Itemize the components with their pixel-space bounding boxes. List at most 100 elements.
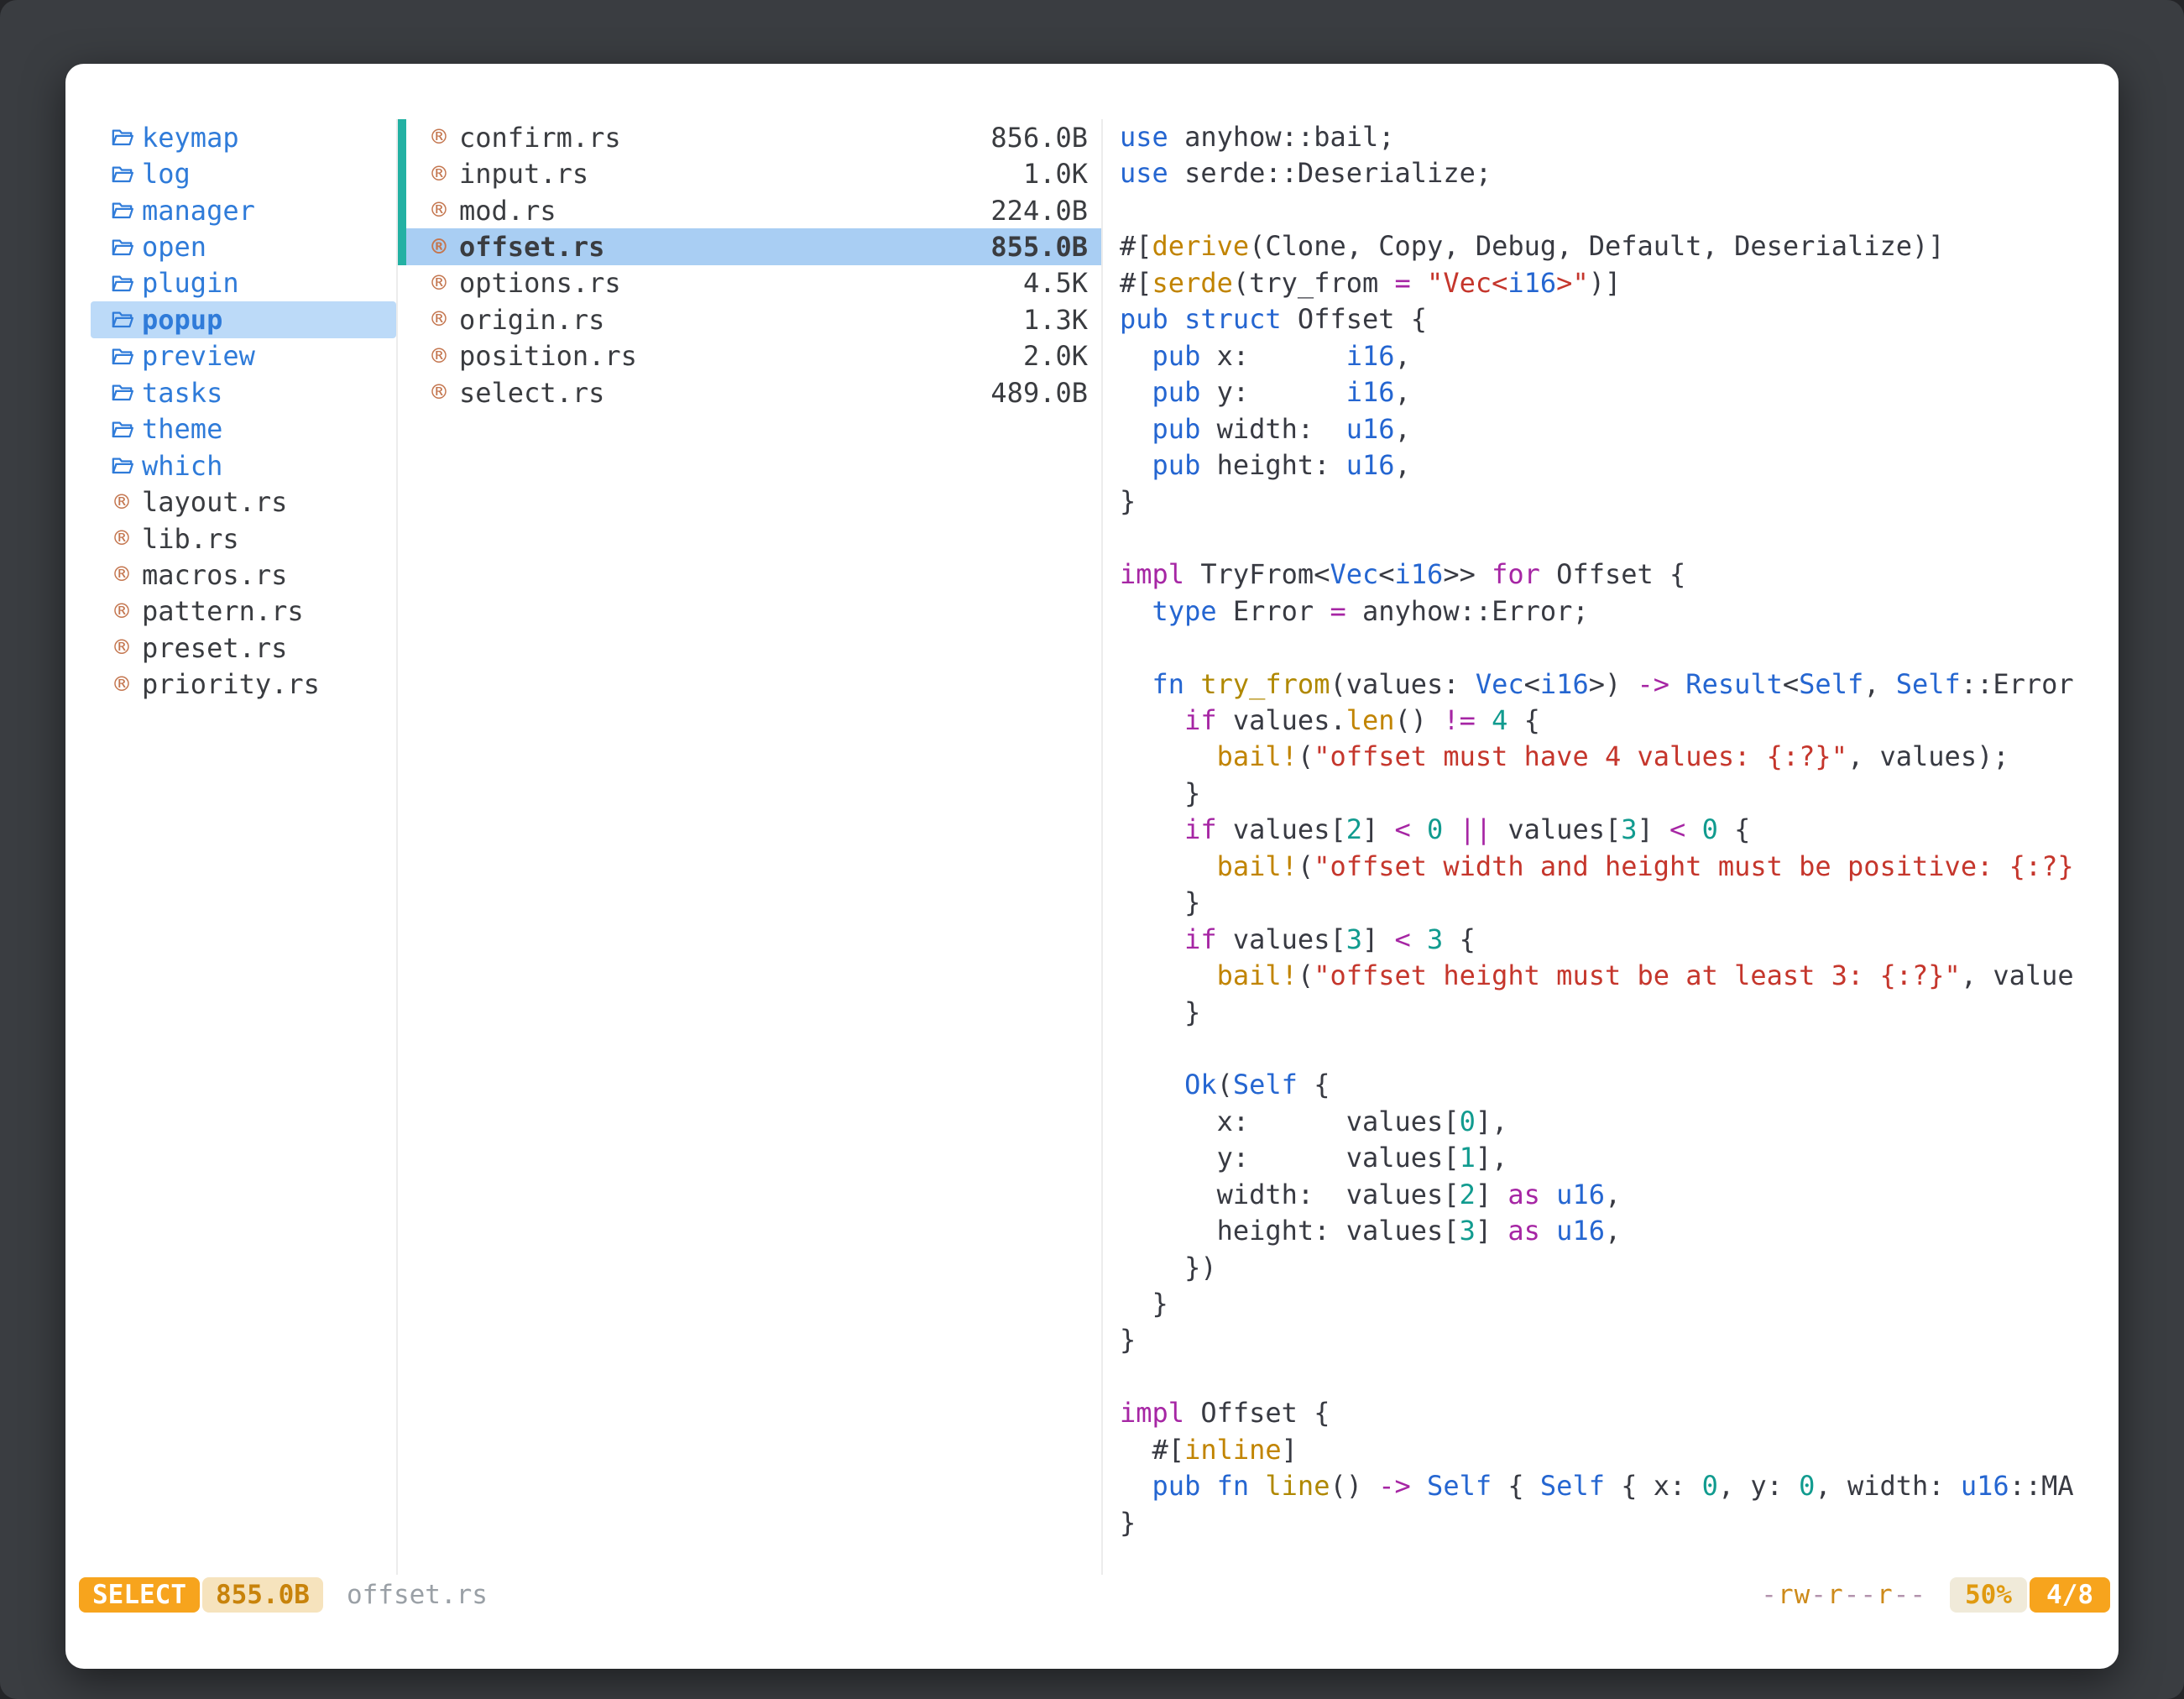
item-label: layout.rs (142, 486, 287, 518)
folder-icon (109, 308, 134, 331)
file-item-origin.rs[interactable]: ® origin.rs 1.3K (398, 301, 1101, 337)
item-label: tasks (142, 377, 222, 409)
file-preview-pane: use anyhow::bail;use serde::Deserialize;… (1103, 119, 2102, 1575)
dir-item-log[interactable]: log (91, 155, 396, 191)
code-line: if values[2] < 0 || values[3] < 0 { (1120, 812, 2102, 848)
dir-item-open[interactable]: open (91, 228, 396, 264)
item-label: open (142, 231, 206, 263)
code-line: if values.len() != 4 { (1120, 703, 2102, 739)
folder-icon (109, 454, 134, 477)
status-bar: SELECT 855.0B offset.rs -rw-r--r-- 50% 4… (79, 1575, 2110, 1615)
rust-file-icon: ® (426, 344, 452, 369)
dir-item-theme[interactable]: theme (91, 411, 396, 447)
item-label: priority.rs (142, 668, 320, 700)
folder-icon (109, 163, 134, 186)
file-size: 855.0B (990, 231, 1088, 263)
rust-file-icon: ® (109, 635, 134, 660)
selection-mark (398, 155, 406, 191)
desktop-background: keymaplog manager openpluginpopuppreview ta… (0, 0, 2184, 1699)
code-line: use serde::Deserialize; (1120, 155, 2102, 191)
rust-file-icon: ® (109, 672, 134, 697)
rust-file-icon: ® (109, 490, 134, 515)
file-item-input.rs[interactable]: ®input.rs1.0K (398, 155, 1101, 191)
item-label: select.rs (459, 377, 604, 409)
code-line: } (1120, 995, 2102, 1031)
status-filename: offset.rs (347, 1580, 488, 1610)
file-item-macros.rs[interactable]: ® macros.rs (91, 557, 396, 593)
folder-icon (109, 126, 134, 149)
dir-item-manager[interactable]: manager (91, 192, 396, 228)
code-line: impl TryFrom<Vec<i16>> for Offset { (1120, 557, 2102, 593)
rust-file-icon: ® (109, 526, 134, 551)
folder-icon (109, 418, 134, 441)
file-item-confirm.rs[interactable]: ®confirm.rs856.0B (398, 119, 1101, 155)
item-label: input.rs (459, 158, 588, 190)
rust-file-icon: ® (426, 271, 452, 295)
dir-item-which[interactable]: which (91, 447, 396, 484)
current-directory-pane: ®confirm.rs856.0B®input.rs1.0K®mod.rs224… (396, 119, 1103, 1575)
file-item-lib.rs[interactable]: ® lib.rs (91, 520, 396, 557)
rust-file-icon: ® (109, 599, 134, 624)
file-size: 856.0B (990, 122, 1088, 154)
scroll-percent-badge: 50% (1950, 1577, 2027, 1613)
code-line: fn try_from(values: Vec<i16>) -> Result<… (1120, 667, 2102, 703)
status-bar-left: SELECT 855.0B offset.rs (79, 1577, 488, 1613)
file-item-layout.rs[interactable]: ® layout.rs (91, 484, 396, 520)
code-line (1120, 192, 2102, 228)
file-item-options.rs[interactable]: ®options.rs4.5K (398, 265, 1101, 301)
file-size: 224.0B (990, 195, 1088, 227)
file-size: 2.0K (1023, 340, 1088, 372)
code-line: pub width: u16, (1120, 411, 2102, 447)
selection-mark (398, 228, 406, 264)
file-size: 489.0B (990, 377, 1088, 409)
cursor-position-badge: 4/8 (2030, 1577, 2110, 1613)
code-line: } (1120, 1505, 2102, 1541)
item-label: preset.rs (142, 632, 287, 664)
file-item-mod.rs[interactable]: ® mod.rs 224.0B (398, 192, 1101, 228)
code-line (1120, 1031, 2102, 1067)
item-label: confirm.rs (459, 122, 621, 154)
code-line: } (1120, 776, 2102, 812)
item-label: macros.rs (142, 559, 287, 591)
file-size-badge: 855.0B (202, 1577, 323, 1613)
code-line: height: values[3] as u16, (1120, 1213, 2102, 1249)
dir-item-preview[interactable]: preview (91, 338, 396, 374)
file-size: 4.5K (1023, 267, 1088, 299)
item-label: manager (142, 195, 255, 227)
folder-icon (109, 345, 134, 368)
file-size: 1.3K (1023, 304, 1088, 336)
item-label: lib.rs (142, 523, 239, 555)
parent-directory-pane: keymaplog manager openpluginpopuppreview ta… (82, 119, 396, 1575)
code-line (1120, 630, 2102, 666)
dir-item-plugin[interactable]: plugin (91, 265, 396, 301)
code-line: if values[3] < 3 { (1120, 922, 2102, 958)
file-item-select.rs[interactable]: ®select.rs489.0B (398, 374, 1101, 410)
code-line: bail!("offset must have 4 values: {:?}",… (1120, 739, 2102, 775)
dir-item-keymap[interactable]: keymap (91, 119, 396, 155)
folder-icon (109, 236, 134, 259)
dir-item-popup[interactable]: popup (91, 301, 396, 337)
file-item-pattern.rs[interactable]: ®pattern.rs (91, 593, 396, 630)
code-line: Ok(Self { (1120, 1067, 2102, 1103)
file-item-offset.rs[interactable]: ®offset.rs855.0B (398, 228, 1101, 264)
code-line (1120, 1359, 2102, 1395)
rust-file-icon: ® (426, 198, 452, 222)
code-line: } (1120, 1322, 2102, 1358)
item-label: origin.rs (459, 304, 604, 336)
file-item-priority.rs[interactable]: ® priority.rs (91, 667, 396, 703)
rust-file-icon: ® (426, 307, 452, 332)
item-label: which (142, 450, 222, 482)
rust-file-icon: ® (426, 162, 452, 186)
file-item-position.rs[interactable]: ® position.rs 2.0K (398, 338, 1101, 374)
item-label: position.rs (459, 340, 637, 372)
selection-mark (398, 192, 406, 228)
file-permissions: -rw-r--r-- (1761, 1580, 1926, 1610)
folder-icon (109, 199, 134, 222)
rust-file-icon: ® (109, 562, 134, 587)
item-label: preview (142, 340, 255, 372)
item-label: mod.rs (459, 195, 556, 227)
file-item-preset.rs[interactable]: ® preset.rs (91, 630, 396, 666)
dir-item-tasks[interactable]: tasks (91, 374, 396, 410)
item-label: offset.rs (459, 231, 604, 263)
item-label: log (142, 158, 191, 190)
